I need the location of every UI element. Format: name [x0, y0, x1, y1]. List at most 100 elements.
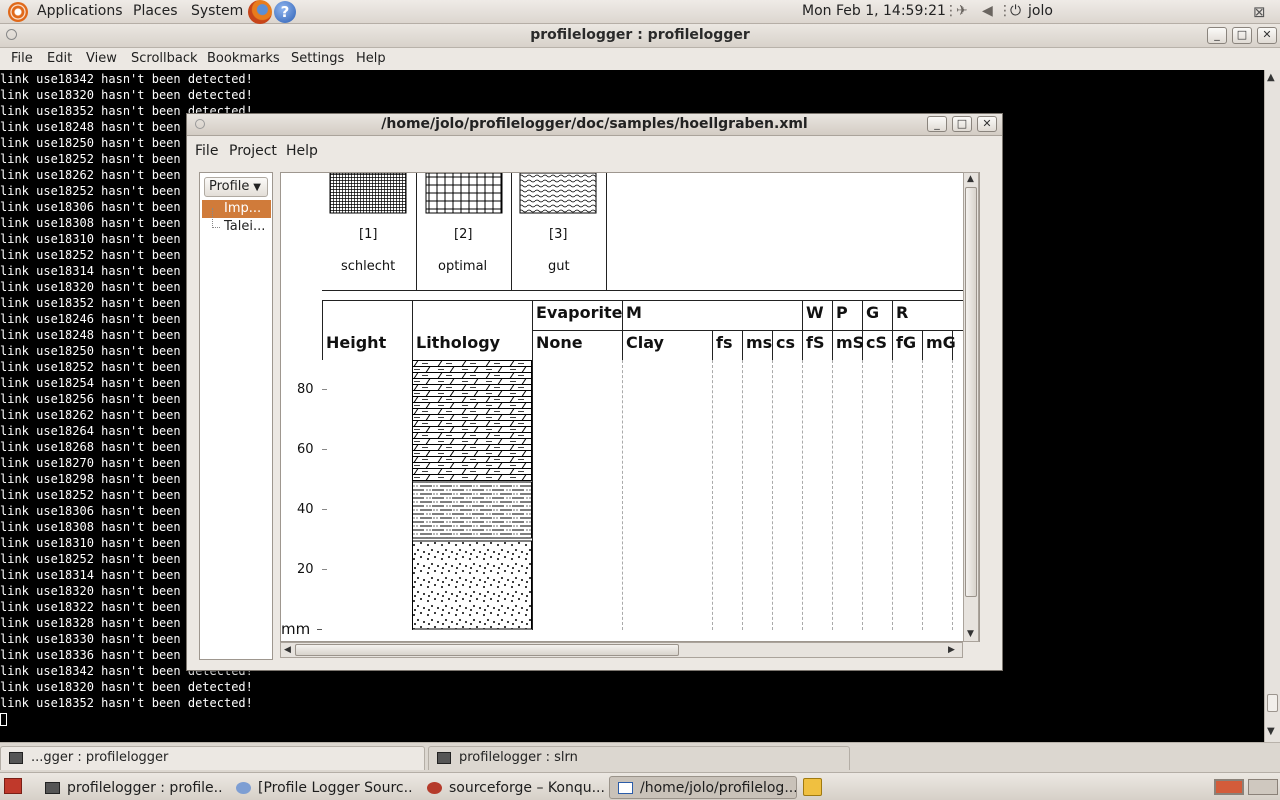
- clock[interactable]: Mon Feb 1, 14:59:21: [802, 3, 946, 19]
- maximize-icon[interactable]: □: [1232, 27, 1252, 44]
- legend-pattern-3: [519, 173, 597, 214]
- minimize-icon[interactable]: _: [927, 116, 947, 132]
- terminal-scrollbar[interactable]: ▲ ▼: [1264, 70, 1280, 742]
- scale-tick: [322, 449, 327, 450]
- konsole-titlebar[interactable]: profilelogger : profilelogger _ □ ✕: [0, 24, 1280, 48]
- minimize-icon[interactable]: _: [1207, 27, 1227, 44]
- taskbar-label: profilelogger : profile...: [67, 780, 224, 796]
- tab-profilelogger[interactable]: ...gger : profilelogger: [0, 746, 425, 770]
- grid-line: [712, 360, 713, 630]
- column-fS: fS: [806, 333, 825, 352]
- close-session-icon[interactable]: ⊠: [1253, 3, 1266, 21]
- terminal-icon: [437, 752, 451, 764]
- konsole-menubar: File Edit View Scrollback Bookmarks Sett…: [0, 48, 1280, 70]
- legend-num: [1]: [359, 227, 378, 242]
- browser-icon: [236, 782, 251, 794]
- legend-label: gut: [548, 259, 570, 274]
- network-icon[interactable]: ✈: [956, 3, 968, 19]
- terminal-line: link use18320 hasn't been detected!: [0, 88, 253, 102]
- grid-line: [952, 360, 953, 630]
- taskbar-profilelogger[interactable]: /home/jolo/profilelog...: [609, 776, 797, 799]
- legend-divider: [416, 173, 417, 291]
- menu-edit[interactable]: Edit: [47, 51, 72, 66]
- close-icon[interactable]: ✕: [1257, 27, 1277, 44]
- scale-tick: [322, 509, 327, 510]
- column-p: P: [836, 303, 848, 322]
- profilelogger-titlebar[interactable]: /home/jolo/profilelogger/doc/samples/hoe…: [187, 114, 1002, 136]
- canvas-horizontal-scrollbar[interactable]: ◀ ▶: [280, 642, 963, 658]
- tree-line: [212, 227, 220, 228]
- help-icon[interactable]: ?: [274, 1, 296, 23]
- scale-tick: [317, 629, 322, 630]
- ubuntu-logo-icon[interactable]: [8, 2, 28, 22]
- power-icon[interactable]: ⏻: [1010, 3, 1021, 19]
- menu-file[interactable]: File: [11, 51, 33, 66]
- menu-bookmarks[interactable]: Bookmarks: [207, 51, 280, 66]
- volume-icon[interactable]: ◀: [982, 3, 993, 19]
- table-divider: [832, 300, 833, 360]
- menu-help[interactable]: Help: [356, 51, 386, 66]
- scroll-up-icon[interactable]: ▲: [967, 174, 974, 184]
- profile-dropdown[interactable]: Profile ▼: [204, 177, 268, 197]
- tab-label: ...gger : profilelogger: [31, 750, 169, 765]
- terminal-icon: [45, 782, 60, 794]
- column-height: Height: [326, 333, 387, 352]
- taskbar-konsole[interactable]: profilelogger : profile...: [36, 776, 224, 799]
- scale-tick: [322, 389, 327, 390]
- terminal-line: link use18320 hasn't been detected!: [0, 680, 253, 694]
- table-divider: [802, 300, 803, 360]
- grid-line: [772, 360, 773, 630]
- tree-line: [212, 208, 213, 228]
- taskbar-konqueror[interactable]: sourceforge – Konqu...: [418, 776, 606, 799]
- scroll-down-icon[interactable]: ▼: [1267, 726, 1275, 737]
- legend-label: schlecht: [341, 259, 396, 274]
- show-desktop-icon[interactable]: [4, 778, 22, 794]
- tab-label: profilelogger : slrn: [459, 750, 578, 765]
- profilelogger-window: /home/jolo/profilelogger/doc/samples/hoe…: [186, 113, 1003, 671]
- workspace-2-icon[interactable]: [1248, 779, 1278, 795]
- scroll-up-icon[interactable]: ▲: [1267, 72, 1275, 83]
- table-divider: [322, 300, 323, 360]
- scroll-right-icon[interactable]: ▶: [948, 645, 955, 655]
- konqueror-icon: [427, 782, 442, 794]
- legend-pattern-1: [329, 173, 407, 214]
- terminal-prompt[interactable]: [0, 711, 1264, 727]
- tab-slrn[interactable]: profilelogger : slrn: [428, 746, 850, 770]
- table-border: [532, 330, 979, 331]
- taskbar-label: [Profile Logger Sourc...: [258, 780, 415, 796]
- trash-icon[interactable]: [803, 778, 822, 796]
- column-mS: mS: [836, 333, 865, 352]
- user-menu[interactable]: jolo: [1028, 3, 1053, 19]
- applications-menu[interactable]: Applications: [37, 3, 123, 19]
- menu-scrollback[interactable]: Scrollback: [131, 51, 198, 66]
- scrollbar-thumb[interactable]: [295, 644, 679, 656]
- menu-settings[interactable]: Settings: [291, 51, 344, 66]
- column-evaporite: Evaporite: [536, 303, 623, 322]
- places-menu[interactable]: Places: [133, 3, 178, 19]
- profile-tree: Profile ▼ Imp... Talei...: [199, 172, 273, 660]
- taskbar-browser[interactable]: [Profile Logger Sourc...: [227, 776, 415, 799]
- column-cS: cS: [866, 333, 888, 352]
- workspace-switcher-icon[interactable]: [1214, 779, 1244, 795]
- grid-line: [742, 360, 743, 630]
- konsole-tabbar: ...gger : profilelogger profilelogger : …: [0, 742, 1280, 772]
- legend-border: [322, 290, 979, 291]
- canvas-vertical-scrollbar[interactable]: ▲ ▼: [963, 172, 979, 642]
- column-lithology: Lithology: [416, 333, 501, 352]
- close-icon[interactable]: ✕: [977, 116, 997, 132]
- scroll-left-icon[interactable]: ◀: [284, 645, 291, 655]
- menu-help[interactable]: Help: [286, 143, 318, 159]
- menu-view[interactable]: View: [86, 51, 117, 66]
- scrollbar-thumb[interactable]: [965, 187, 977, 597]
- maximize-icon[interactable]: □: [952, 116, 972, 132]
- system-menu[interactable]: System: [191, 3, 243, 19]
- menu-file[interactable]: File: [195, 143, 218, 159]
- column-clay: Clay: [626, 333, 664, 352]
- menu-project[interactable]: Project: [229, 143, 277, 159]
- terminal-icon: [9, 752, 23, 764]
- scroll-down-icon[interactable]: ▼: [967, 629, 974, 639]
- profile-canvas[interactable]: [1] [2] [3] schlecht optimal gut Height …: [280, 172, 980, 642]
- grid-line: [922, 360, 923, 630]
- firefox-icon[interactable]: [248, 0, 272, 24]
- scrollbar-thumb[interactable]: [1267, 694, 1278, 712]
